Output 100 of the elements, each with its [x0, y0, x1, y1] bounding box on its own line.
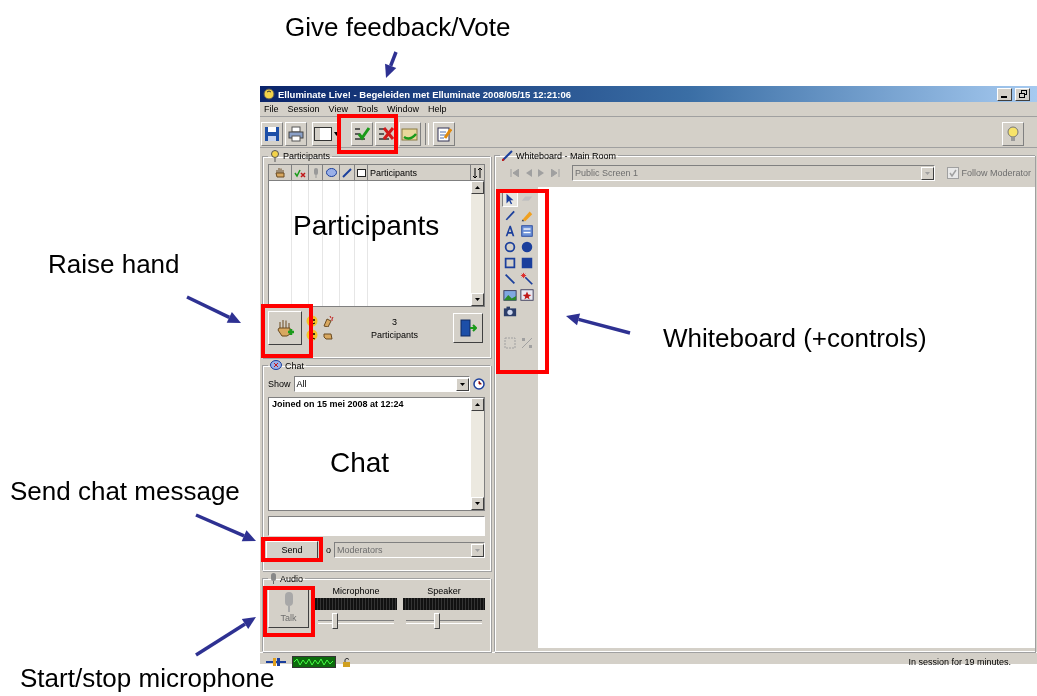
menu-item[interactable]: Session: [287, 103, 320, 114]
help-button[interactable]: [1002, 121, 1024, 146]
raise-hand-button[interactable]: [268, 311, 302, 345]
check-cross-icon: [294, 167, 306, 178]
participant-count-label: Participants: [371, 329, 418, 340]
pen-icon: [342, 167, 352, 178]
square-icon[interactable]: [502, 255, 518, 271]
line-icon[interactable]: [502, 271, 518, 287]
column-header[interactable]: Participants: [370, 167, 418, 178]
group-icon: [504, 337, 516, 349]
next-page-icon: [538, 169, 545, 177]
up-arrow-icon: [475, 186, 480, 189]
menu-item[interactable]: Help: [427, 103, 447, 114]
caret-icon: [475, 548, 480, 552]
chat-bubble-icon: [325, 167, 337, 178]
chat-bubble-icon: [270, 360, 282, 371]
laser-pointer-icon[interactable]: [519, 271, 535, 287]
participant-count: 3: [392, 316, 397, 327]
callout-arrow: [195, 513, 256, 542]
menu-item[interactable]: File: [264, 103, 279, 114]
exit-button[interactable]: [453, 313, 483, 343]
filled-square-icon[interactable]: [519, 255, 535, 271]
send-button[interactable]: Send: [266, 541, 318, 559]
previous-page-icon: [525, 169, 532, 177]
panel-title: Whiteboard - Main Room: [516, 150, 617, 161]
scroll-up-button[interactable]: [471, 181, 484, 194]
scroll-down-button[interactable]: [471, 497, 484, 510]
vote-yes-button[interactable]: [351, 121, 373, 146]
down-arrow-icon: [475, 298, 480, 301]
callout-arrow: [195, 617, 256, 657]
clip-art-icon[interactable]: [519, 287, 535, 303]
first-page-icon: [510, 169, 519, 177]
window-icon: [356, 168, 366, 177]
highlight-frame: [261, 304, 313, 358]
callout-label: Give feedback/Vote: [285, 13, 511, 43]
show-dropdown[interactable]: All: [293, 376, 470, 392]
window-title: Elluminate Live! - Begeleiden met Elluminate 2008/05/15 12:21:06: [278, 88, 573, 100]
panel-title: Chat: [285, 360, 304, 371]
callout-arrow: [186, 295, 241, 323]
exit-door-icon: [459, 319, 477, 337]
circle-icon[interactable]: [502, 239, 518, 255]
list-placeholder-label: Participants: [293, 210, 440, 243]
notepad-pencil-icon: [436, 125, 452, 142]
scroll-up-button[interactable]: [471, 398, 484, 411]
to-label: o: [326, 545, 331, 555]
print-button[interactable]: [285, 121, 307, 146]
down-arrow-icon: [475, 502, 480, 505]
pen-icon: [502, 150, 513, 161]
caret-icon: [925, 171, 931, 175]
message-input-field[interactable]: [268, 516, 485, 536]
restore-button[interactable]: [1015, 87, 1030, 101]
clapping-hands-icon: [322, 315, 334, 327]
callout-arrow: [566, 313, 631, 335]
light-bulb-icon: [1006, 125, 1020, 142]
minimize-button[interactable]: [997, 87, 1012, 101]
show-label: Show: [268, 379, 291, 389]
callout-arrow: [385, 51, 398, 78]
connection-plug-icon: [266, 658, 286, 666]
channel-label: Speaker: [427, 586, 461, 596]
callout-label: Send chat message: [10, 477, 240, 507]
panel-title: Participants: [283, 151, 331, 161]
scroll-down-button[interactable]: [471, 293, 484, 306]
notes-button[interactable]: [433, 121, 455, 146]
ungroup-icon: [521, 337, 533, 349]
caret-icon: [334, 131, 339, 136]
highlight-frame: [263, 586, 315, 637]
hand-icon: [275, 167, 285, 178]
menu-item[interactable]: Tools: [356, 103, 378, 114]
vote-no-button[interactable]: [375, 121, 397, 146]
menu-item[interactable]: View: [328, 103, 348, 114]
menu-item[interactable]: Window: [386, 103, 419, 114]
restore-icon: [1018, 90, 1027, 98]
text-box-icon[interactable]: [519, 223, 535, 239]
slider-thumb[interactable]: [434, 613, 440, 629]
panel-title: Audio: [280, 573, 304, 584]
follow-moderator-label: Follow Moderator: [961, 168, 1031, 178]
sad-face-icon: [306, 329, 318, 341]
picture-icon[interactable]: [502, 287, 518, 303]
status-text: In session for 19 minutes.: [907, 657, 1012, 667]
highlight-frame: [261, 537, 323, 562]
app-logo-icon: [263, 88, 275, 100]
activity-meter-icon: [292, 656, 336, 668]
padlock-icon: [342, 657, 352, 667]
last-page-icon: [551, 169, 560, 177]
smiley-icon: [306, 315, 318, 327]
slider-thumb[interactable]: [332, 613, 338, 629]
chat-message: Joined on 15 mei 2008 at 12:24: [272, 399, 405, 409]
transfer-button[interactable]: [399, 121, 421, 146]
microphone-icon: [282, 591, 295, 612]
screen-dropdown[interactable]: Public Screen 1: [572, 165, 936, 181]
sort-icon: [473, 167, 482, 178]
highlight-frame: [337, 114, 398, 154]
check-icon: [949, 169, 958, 177]
microphone-icon: [312, 167, 319, 178]
save-button[interactable]: [261, 121, 283, 146]
channel-label: Microphone: [332, 586, 380, 596]
participants-icon: [270, 150, 280, 162]
up-arrow-icon: [475, 403, 480, 406]
filled-circle-icon[interactable]: [519, 239, 535, 255]
callout-label: Raise hand: [48, 250, 180, 280]
